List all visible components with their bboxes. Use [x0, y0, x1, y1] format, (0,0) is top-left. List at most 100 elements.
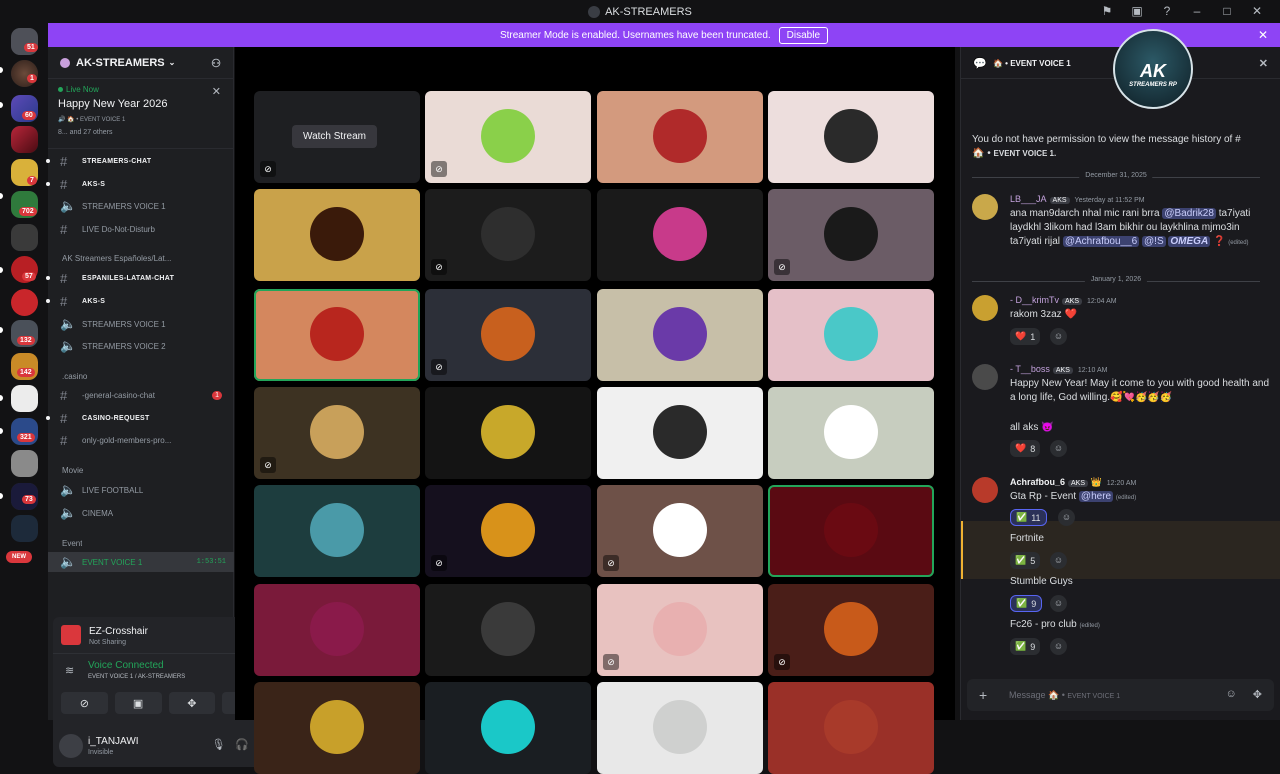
composer-placeholder[interactable]: Message 🏠 • EVENT VOICE 1 [1009, 690, 1120, 701]
screen-share-icon[interactable]: ▣ [1122, 4, 1152, 18]
channel-item[interactable]: # STREAMERS-CHAT [46, 151, 234, 171]
reaction-check[interactable]: ✅ 11 [1010, 509, 1047, 526]
headphones-icon[interactable]: 🎧 [235, 738, 249, 751]
emoji-icon[interactable]: ☺ [1226, 688, 1237, 701]
participant-tile[interactable]: ⊘ [597, 485, 763, 577]
channel-category[interactable]: Movie [48, 460, 234, 480]
channel-item[interactable]: 🔈 LIVE FOOTBALL [48, 480, 234, 500]
channel-category[interactable]: .casino [48, 366, 234, 386]
avatar[interactable] [972, 477, 998, 503]
channel-item[interactable]: 🔈 CINEMA [48, 503, 234, 523]
server-icon[interactable] [11, 289, 38, 316]
add-reaction-icon[interactable]: ☺ [1050, 440, 1067, 457]
avatar[interactable] [972, 194, 998, 220]
channel-item[interactable]: # ESPANILES-LATAM-CHAT [46, 268, 234, 288]
channel-item[interactable]: # CASINO-REQUEST [46, 408, 234, 428]
participant-tile[interactable] [254, 682, 420, 774]
participant-tile[interactable] [768, 682, 934, 774]
unread-dot [46, 299, 50, 303]
reaction-heart[interactable]: ❤️ 8 [1010, 440, 1041, 457]
watch-stream-button[interactable]: Watch Stream [292, 125, 377, 148]
participant-tile[interactable] [768, 289, 934, 381]
invite-icon[interactable]: ⚇ [211, 57, 221, 70]
help-icon[interactable]: ? [1152, 4, 1182, 18]
channel-item[interactable]: # AKS-S [46, 291, 234, 311]
reaction-check[interactable]: ✅ 9 [1010, 595, 1043, 612]
avatar[interactable] [59, 734, 83, 758]
server-icon[interactable] [11, 385, 38, 412]
close-chat-icon[interactable]: ✕ [1259, 57, 1268, 70]
guild-header[interactable]: AK-STREAMERS ⌄ ⚇ [48, 47, 233, 79]
user-info[interactable]: i_TANJAWI Invisible 🎙 🎧 ⚙ [53, 725, 277, 767]
participant-tile[interactable]: ⊘ [425, 91, 591, 183]
disable-button[interactable]: Disable [778, 26, 829, 44]
participant-tile[interactable] [597, 189, 763, 281]
participant-tile[interactable] [768, 91, 934, 183]
reaction-check[interactable]: ✅ 5 [1010, 552, 1041, 569]
channel-item[interactable]: 🔈 STREAMERS VOICE 1 [48, 314, 234, 334]
channel-category[interactable]: AK Streamers Españoles/Lat... [48, 248, 234, 268]
add-reaction-icon[interactable]: ☺ [1050, 328, 1067, 345]
live-close-icon[interactable]: ✕ [212, 85, 221, 98]
plus-icon[interactable]: + [979, 687, 987, 703]
server-icon[interactable] [11, 450, 38, 477]
live-now-card[interactable]: Live Now Happy New Year 2026 🔊 🏠 • EVENT… [48, 79, 233, 149]
participant-tile[interactable] [425, 584, 591, 676]
participant-tile[interactable]: ⊘ [768, 189, 934, 281]
voice-location[interactable]: EVENT VOICE 1 / AK-STREAMERS [88, 674, 185, 680]
channel-label: STREAMERS VOICE 2 [82, 341, 166, 351]
avatar[interactable] [972, 364, 998, 390]
reaction-check[interactable]: ✅ 9 [1010, 638, 1041, 655]
add-reaction-icon[interactable]: ☺ [1050, 638, 1067, 655]
participant-tile[interactable] [597, 387, 763, 479]
participant-tile[interactable]: ⊘ [768, 584, 934, 676]
channel-item[interactable]: # -general-casino-chat 1 [48, 385, 234, 405]
apps-icon[interactable]: ✥ [1253, 688, 1262, 701]
participant-tile[interactable] [254, 584, 420, 676]
participant-tile[interactable] [768, 387, 934, 479]
avatar[interactable] [972, 295, 998, 321]
camera-off-button[interactable]: ⊘ [61, 692, 108, 714]
microphone-icon[interactable]: 🎙 [211, 738, 225, 751]
participant-tile[interactable]: ⊘ [254, 387, 420, 479]
stream-tile[interactable]: Watch Stream ⊘ [254, 91, 420, 183]
message-composer[interactable]: + Message 🏠 • EVENT VOICE 1 ☺ ✥ [967, 679, 1274, 711]
reaction-heart[interactable]: ❤️ 1 [1010, 328, 1041, 345]
activities-button[interactable]: ✥ [168, 692, 216, 714]
close-window-button[interactable]: ✕ [1242, 4, 1272, 18]
voice-status[interactable]: Voice Connected [88, 660, 164, 671]
channel-item[interactable]: # only-gold-members-pro... [48, 430, 234, 450]
channel-item[interactable]: # LIVE Do-Not-Disturb [48, 219, 234, 239]
channel-item[interactable]: 🔈 STREAMERS VOICE 1 [48, 196, 234, 216]
participant-tile[interactable] [254, 189, 420, 281]
banner-close-icon[interactable]: ✕ [1258, 28, 1268, 42]
participant-tile[interactable] [254, 289, 420, 381]
add-reaction-icon[interactable]: ☺ [1050, 552, 1067, 569]
participant-tile[interactable] [597, 289, 763, 381]
add-reaction-icon[interactable]: ☺ [1058, 509, 1075, 526]
participant-tile[interactable]: ⊘ [425, 189, 591, 281]
participant-tile[interactable] [597, 682, 763, 774]
participant-tile[interactable]: ⊘ [425, 485, 591, 577]
participant-tile[interactable] [254, 485, 420, 577]
share-screen-button[interactable]: ▣ [114, 692, 162, 714]
minimize-button[interactable]: – [1182, 4, 1212, 18]
channel-category[interactable]: Event [48, 533, 234, 553]
participant-tile[interactable]: ⊘ [425, 289, 591, 381]
participant-tile[interactable] [597, 91, 763, 183]
server-icon[interactable] [11, 515, 38, 542]
flag-icon[interactable]: ⚑ [1092, 4, 1122, 18]
server-icon[interactable] [11, 224, 38, 251]
participant-tile[interactable] [425, 387, 591, 479]
participant-tile[interactable] [768, 485, 934, 577]
channel-item[interactable]: 🔈 STREAMERS VOICE 2 [48, 336, 234, 356]
add-reaction-icon[interactable]: ☺ [1050, 595, 1067, 612]
maximize-button[interactable]: □ [1212, 4, 1242, 18]
server-icon[interactable] [11, 126, 38, 153]
signal-icon[interactable]: ≋ [65, 664, 74, 677]
channel-item[interactable]: 🔈 EVENT VOICE 1 1:53:51 [48, 552, 234, 572]
unread-dot [46, 416, 50, 420]
participant-tile[interactable] [425, 682, 591, 774]
channel-item[interactable]: # AKS-S [46, 174, 234, 194]
participant-tile[interactable]: ⊘ [597, 584, 763, 676]
